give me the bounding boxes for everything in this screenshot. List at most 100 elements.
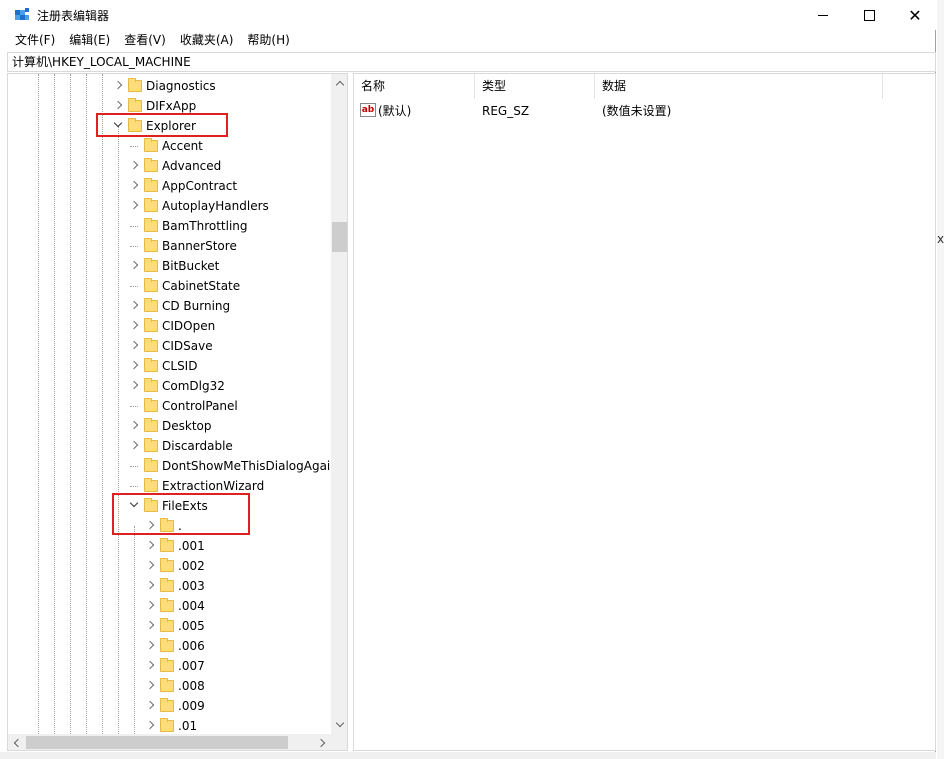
chevron-right-icon[interactable]: [144, 659, 156, 673]
tree-node-label: CabinetState: [162, 279, 241, 293]
tree-node[interactable]: .01: [8, 716, 338, 736]
chevron-right-icon[interactable]: [128, 439, 140, 453]
tree-node-label: CD Burning: [162, 299, 231, 313]
tree-node[interactable]: .009: [8, 696, 338, 716]
tree-node[interactable]: DIFxApp: [8, 96, 338, 116]
tree-horizontal-scrollbar[interactable]: [8, 734, 331, 750]
chevron-right-icon[interactable]: [128, 179, 140, 193]
tree-node[interactable]: .001: [8, 536, 338, 556]
chevron-right-icon[interactable]: [144, 619, 156, 633]
tree-node[interactable]: .007: [8, 656, 338, 676]
tree-node[interactable]: Advanced: [8, 156, 338, 176]
tree-node[interactable]: CIDOpen: [8, 316, 338, 336]
chevron-right-icon[interactable]: [144, 719, 156, 733]
chevron-right-icon[interactable]: [128, 319, 140, 333]
folder-icon: [144, 318, 158, 332]
tree-node[interactable]: .008: [8, 676, 338, 696]
scroll-down-arrow-icon[interactable]: [331, 717, 347, 734]
tree-node[interactable]: CabinetState: [8, 276, 338, 296]
folder-icon: [160, 538, 174, 552]
folder-icon: [144, 498, 158, 512]
tree-node-label: AppContract: [162, 179, 238, 193]
tree-node[interactable]: .: [8, 516, 338, 536]
tree-node[interactable]: .003: [8, 576, 338, 596]
folder-icon: [160, 718, 174, 732]
tree-node[interactable]: AutoplayHandlers: [8, 196, 338, 216]
tree-node[interactable]: ControlPanel: [8, 396, 338, 416]
tree-node[interactable]: AppContract: [8, 176, 338, 196]
folder-icon: [160, 598, 174, 612]
tree-vertical-scrollbar[interactable]: [331, 74, 347, 734]
tree-node[interactable]: .005: [8, 616, 338, 636]
value-name: (默认): [378, 104, 412, 118]
background-window-text: x: [937, 232, 944, 246]
tree-node[interactable]: ComDlg32: [8, 376, 338, 396]
tree-node[interactable]: DontShowMeThisDialogAgain: [8, 456, 338, 476]
tree-node[interactable]: Accent: [8, 136, 338, 156]
value-row[interactable]: ab (默认) REG_SZ (数值未设置): [354, 101, 934, 121]
chevron-right-icon[interactable]: [144, 519, 156, 533]
vertical-scroll-thumb[interactable]: [332, 222, 347, 252]
tree-node[interactable]: Desktop: [8, 416, 338, 436]
folder-icon: [144, 218, 158, 232]
tree-node[interactable]: Explorer: [8, 116, 338, 136]
title-bar[interactable]: 注册表编辑器 ✕: [0, 0, 936, 30]
tree-node[interactable]: BitBucket: [8, 256, 338, 276]
tree-node[interactable]: .002: [8, 556, 338, 576]
tree-node[interactable]: Discardable: [8, 436, 338, 456]
menu-view[interactable]: 查看(V): [117, 30, 173, 50]
maximize-button[interactable]: [846, 0, 892, 30]
menu-edit[interactable]: 编辑(E): [62, 30, 117, 50]
chevron-right-icon[interactable]: [144, 679, 156, 693]
tree-node[interactable]: .004: [8, 596, 338, 616]
registry-values-pane[interactable]: 名称 类型 数据 ab (默认) REG_SZ (数值未设置): [353, 73, 936, 751]
chevron-right-icon[interactable]: [112, 79, 124, 93]
tree-node[interactable]: BamThrottling: [8, 216, 338, 236]
folder-icon: [128, 98, 142, 112]
chevron-right-icon[interactable]: [128, 359, 140, 373]
scroll-right-arrow-icon[interactable]: [314, 734, 331, 750]
chevron-right-icon[interactable]: [144, 599, 156, 613]
tree-node-label: BitBucket: [162, 259, 220, 273]
chevron-right-icon[interactable]: [128, 299, 140, 313]
menu-file[interactable]: 文件(F): [8, 30, 62, 50]
chevron-down-icon[interactable]: [128, 499, 140, 513]
scroll-left-arrow-icon[interactable]: [8, 734, 25, 750]
tree-node[interactable]: ExtractionWizard: [8, 476, 338, 496]
chevron-right-icon[interactable]: [112, 99, 124, 113]
folder-icon: [160, 518, 174, 532]
value-type: REG_SZ: [482, 104, 530, 118]
scroll-up-arrow-icon[interactable]: [331, 74, 347, 91]
column-header-type[interactable]: 类型: [475, 74, 595, 99]
chevron-right-icon[interactable]: [128, 379, 140, 393]
chevron-right-icon[interactable]: [144, 539, 156, 553]
tree-node[interactable]: CD Burning: [8, 296, 338, 316]
chevron-right-icon[interactable]: [144, 559, 156, 573]
chevron-right-icon[interactable]: [144, 639, 156, 653]
tree-node[interactable]: CLSID: [8, 356, 338, 376]
tree-node-label: FileExts: [162, 499, 208, 513]
chevron-right-icon[interactable]: [128, 199, 140, 213]
tree-node[interactable]: .006: [8, 636, 338, 656]
tree-node[interactable]: Diagnostics: [8, 76, 338, 96]
chevron-right-icon[interactable]: [144, 699, 156, 713]
column-header-name[interactable]: 名称: [354, 74, 475, 99]
chevron-right-icon[interactable]: [128, 419, 140, 433]
column-header-data[interactable]: 数据: [595, 74, 883, 99]
horizontal-scroll-thumb[interactable]: [26, 736, 288, 749]
close-button[interactable]: ✕: [892, 0, 938, 30]
chevron-down-icon[interactable]: [112, 119, 124, 133]
tree-node[interactable]: CIDSave: [8, 336, 338, 356]
chevron-right-icon[interactable]: [128, 159, 140, 173]
tree-node[interactable]: FileExts: [8, 496, 338, 516]
menu-help[interactable]: 帮助(H): [240, 30, 296, 50]
minimize-button[interactable]: [800, 0, 846, 30]
registry-tree-pane[interactable]: Diagnostics DIFxApp Explorer Accent Advanced…: [7, 73, 348, 751]
address-bar[interactable]: 计算机\HKEY_LOCAL_MACHINE: [7, 52, 936, 72]
tree-node-label: ComDlg32: [162, 379, 225, 393]
chevron-right-icon[interactable]: [128, 259, 140, 273]
tree-node[interactable]: BannerStore: [8, 236, 338, 256]
chevron-right-icon[interactable]: [144, 579, 156, 593]
chevron-right-icon[interactable]: [128, 339, 140, 353]
menu-favorites[interactable]: 收藏夹(A): [173, 30, 241, 50]
